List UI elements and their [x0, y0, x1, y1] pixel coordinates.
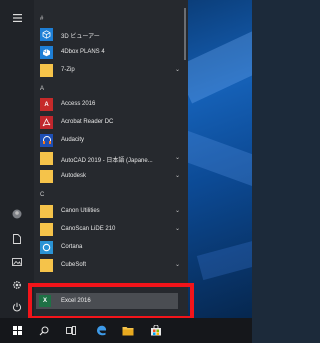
cube-icon	[40, 28, 53, 41]
list-item-label: Access 2016	[61, 101, 96, 107]
list-item-autodesk[interactable]: Autodesk ⌄	[34, 169, 184, 185]
list-item-label: Audacity	[61, 137, 85, 143]
settings-icon[interactable]	[11, 279, 23, 291]
folder-icon	[40, 223, 53, 236]
chevron-down-icon: ⌄	[174, 173, 180, 179]
list-item-label: 4Dbox PLANS 4	[61, 49, 105, 55]
folder-icon	[40, 170, 53, 183]
chevron-down-icon: ⌄	[174, 262, 180, 268]
power-icon[interactable]	[11, 301, 23, 313]
list-item-canoscan[interactable]: CanoScan LiDE 210 ⌄	[34, 222, 184, 238]
section-header-c[interactable]: C	[40, 192, 44, 198]
chevron-down-icon: ⌄	[174, 67, 180, 73]
section-header-a[interactable]: A	[40, 86, 44, 92]
chevron-down-icon: ⌄	[174, 155, 180, 161]
start-menu-rail	[0, 0, 34, 318]
pictures-icon[interactable]	[11, 256, 23, 268]
access-icon: A	[40, 98, 53, 111]
4dbox-icon	[40, 46, 53, 59]
list-item-label: 3D ビューアー	[61, 34, 100, 40]
task-view-icon[interactable]	[64, 324, 78, 337]
list-item-label: 7-Zip	[61, 67, 75, 73]
chevron-down-icon: ⌄	[174, 208, 180, 214]
taskbar	[0, 318, 252, 343]
store-icon[interactable]	[149, 324, 163, 337]
list-item-audacity[interactable]: Audacity	[34, 133, 184, 149]
list-item-label: Canon Utilities	[61, 208, 100, 214]
app-list-scrollbar[interactable]	[184, 8, 186, 60]
documents-icon[interactable]	[11, 233, 23, 245]
list-item-label: CubeSoft	[61, 262, 87, 268]
list-item-label: Autodesk	[61, 173, 87, 179]
acrobat-icon	[40, 116, 53, 129]
cortana-icon	[40, 241, 53, 254]
list-item-cubesoft[interactable]: CubeSoft ⌄	[34, 258, 184, 274]
hamburger-icon[interactable]	[11, 12, 23, 24]
user-icon[interactable]	[11, 208, 23, 220]
list-item-label: CanoScan LiDE 210	[61, 226, 116, 232]
list-item-acrobat[interactable]: Acrobat Reader DC	[34, 115, 184, 131]
red-highlight-box	[28, 283, 194, 320]
folder-icon	[40, 64, 53, 77]
section-header-hash[interactable]: #	[40, 16, 43, 22]
list-item-label: Cortana	[61, 244, 83, 250]
list-item-access[interactable]: A Access 2016	[34, 97, 184, 113]
windows-start-icon[interactable]	[10, 324, 24, 337]
list-item-label: AutoCAD 2019 - 日本語 (Japane...	[61, 158, 153, 164]
file-explorer-icon[interactable]	[121, 324, 135, 337]
desktop-wallpaper	[188, 0, 252, 318]
folder-icon	[40, 259, 53, 272]
folder-icon	[40, 152, 53, 165]
list-item-3d-viewer[interactable]: 3D ビューアー	[34, 27, 184, 43]
edge-icon[interactable]	[94, 324, 108, 337]
folder-icon	[40, 205, 53, 218]
list-item-7zip[interactable]: 7-Zip ⌄	[34, 63, 184, 79]
audacity-icon	[40, 134, 53, 147]
chevron-down-icon: ⌄	[174, 226, 180, 232]
list-item-cortana[interactable]: Cortana	[34, 240, 184, 256]
list-item-4dbox[interactable]: 4Dbox PLANS 4	[34, 45, 184, 61]
search-icon[interactable]	[37, 324, 51, 337]
list-item-canon-utilities[interactable]: Canon Utilities ⌄	[34, 204, 184, 220]
list-item-label: Acrobat Reader DC	[61, 119, 114, 125]
list-item-autocad[interactable]: AutoCAD 2019 - 日本語 (Japane... ⌄	[34, 151, 184, 167]
